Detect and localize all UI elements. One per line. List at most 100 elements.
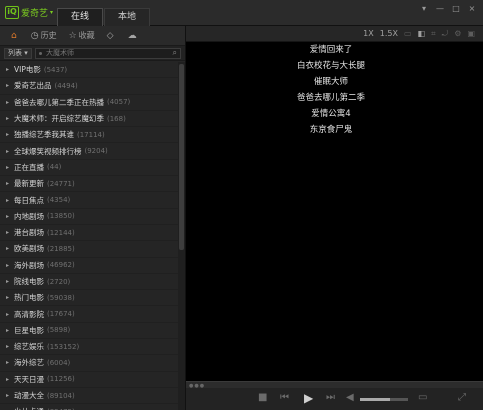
nav-tag[interactable]: ◇: [102, 27, 121, 45]
sidebar-toggle-icon[interactable]: ◧: [418, 29, 426, 38]
rotate-icon[interactable]: ⤾: [442, 29, 449, 39]
close-icon[interactable]: ×: [465, 3, 479, 15]
channel-item[interactable]: ▸ 独播综艺季我其谁 (17114): [0, 127, 178, 144]
expand-arrow-icon[interactable]: ▸: [6, 66, 14, 73]
channel-item[interactable]: ▸ 巨星电影 (5898): [0, 323, 178, 340]
crop-icon[interactable]: ⌗: [431, 29, 436, 39]
play-icon[interactable]: ▶: [304, 391, 313, 405]
expand-arrow-icon[interactable]: ▸: [6, 229, 14, 236]
nav-history-label: 历史: [40, 31, 57, 40]
channel-count: (11256): [47, 375, 75, 384]
playlist-item[interactable]: 爱情公寓4: [186, 106, 476, 122]
channel-item[interactable]: ▸ 综艺娱乐 (153152): [0, 339, 178, 356]
title-bar: iQ 爱奇艺 ▾ 在线 本地 ▾ — □ ×: [0, 0, 483, 26]
channel-item[interactable]: ▸ 港台剧场 (12144): [0, 225, 178, 242]
scrollbar-thumb[interactable]: [179, 64, 184, 250]
nav-cloud[interactable]: ☁: [123, 27, 144, 45]
menu-icon[interactable]: ▾: [417, 3, 431, 15]
expand-arrow-icon[interactable]: ▸: [6, 311, 14, 318]
app-logo[interactable]: iQ 爱奇艺 ▾: [5, 5, 53, 19]
volume-slider[interactable]: [360, 398, 408, 401]
channel-item[interactable]: ▸ 每日焦点 (4354): [0, 192, 178, 209]
tab-local[interactable]: 本地: [104, 8, 150, 26]
search-box: ⌕: [35, 47, 181, 59]
settings-icon[interactable]: ⚙: [454, 29, 461, 38]
nav-history[interactable]: ◷ 历史: [26, 27, 62, 45]
channel-item[interactable]: ▸ 正在直播 (44): [0, 160, 178, 177]
seek-bar[interactable]: ●●●: [186, 381, 483, 389]
playlist-item[interactable]: 爸爸去哪儿第二季: [186, 90, 476, 106]
playlist-item[interactable]: 白衣校花与大长腿: [186, 58, 476, 74]
expand-arrow-icon[interactable]: ▸: [6, 359, 14, 366]
playlist-toggle-icon[interactable]: ▭: [418, 392, 427, 403]
expand-arrow-icon[interactable]: ▸: [6, 82, 14, 89]
speed-1-5x-button[interactable]: 1.5X: [380, 29, 398, 38]
list-dropdown[interactable]: 列表 ▾: [4, 47, 32, 59]
expand-arrow-icon[interactable]: ▸: [6, 343, 14, 350]
channel-item[interactable]: ▸ 欧美剧场 (21885): [0, 241, 178, 258]
channel-count: (59038): [47, 293, 75, 302]
expand-arrow-icon[interactable]: ▸: [6, 294, 14, 301]
fullscreen-icon[interactable]: ⤢: [458, 392, 466, 403]
channel-count: (153152): [47, 342, 80, 351]
volume-fill: [360, 398, 390, 401]
iqiyi-logo-icon: iQ: [5, 5, 19, 19]
channel-name: 高清影院: [14, 309, 44, 319]
maximize-icon[interactable]: □: [449, 3, 463, 15]
channel-item[interactable]: ▸ 爸爸去哪儿第二季正在热播 (4057): [0, 95, 178, 111]
expand-arrow-icon[interactable]: ▸: [6, 164, 14, 171]
nav-home[interactable]: ⌂: [6, 27, 24, 45]
channel-name: 欧美剧场: [14, 244, 44, 254]
channel-item[interactable]: ▸ 热门电影 (59038): [0, 290, 178, 307]
volume-icon[interactable]: ◀: [346, 392, 354, 403]
channel-item[interactable]: ▸ 大魔术师：开启综艺魔幻季 (168): [0, 111, 178, 128]
expand-arrow-icon[interactable]: ▸: [6, 148, 14, 155]
channel-name: 全球爆笑视频排行榜: [14, 146, 82, 156]
playlist-item[interactable]: 催眠大师: [186, 74, 476, 90]
previous-icon[interactable]: ⏮: [280, 392, 289, 403]
star-icon: ☆: [68, 30, 77, 41]
channel-count: (168): [107, 114, 126, 123]
expand-arrow-icon[interactable]: ▸: [6, 131, 14, 138]
channel-item[interactable]: ▸ 最新更新 (24771): [0, 176, 178, 193]
channel-name: 每日焦点: [14, 195, 44, 205]
channel-item[interactable]: ▸ 院线电影 (2720): [0, 274, 178, 291]
playlist-item[interactable]: 东京食尸鬼: [186, 122, 476, 138]
playlist-item[interactable]: 爱情回来了: [186, 42, 476, 58]
expand-arrow-icon[interactable]: ▸: [6, 115, 14, 122]
expand-arrow-icon[interactable]: ▸: [6, 392, 14, 399]
speed-1x-button[interactable]: 1X: [363, 29, 374, 38]
channel-item[interactable]: ▸ 全球爆笑视频排行榜 (9204): [0, 143, 178, 160]
channel-item[interactable]: ▸少儿卡通(89475): [0, 404, 178, 410]
channel-scrollbar[interactable]: [178, 62, 185, 410]
search-input[interactable]: [36, 49, 156, 57]
window-icon[interactable]: ▣: [467, 29, 475, 38]
stop-icon[interactable]: ■: [258, 392, 267, 403]
search-icon[interactable]: ⌕: [173, 48, 177, 58]
nav-favorites[interactable]: ☆ 收藏: [64, 27, 100, 45]
screenshot-icon[interactable]: ▭: [404, 29, 412, 38]
channel-item[interactable]: ▸ 爱奇艺出品 (4494): [0, 78, 178, 95]
minimize-icon[interactable]: —: [433, 3, 447, 15]
channel-name: 最新更新: [14, 179, 44, 189]
expand-arrow-icon[interactable]: ▸: [6, 245, 14, 252]
channel-item[interactable]: ▸ VIP电影 (5437): [0, 62, 178, 79]
channel-item[interactable]: ▸ 海外剧场 (46962): [0, 258, 178, 274]
expand-arrow-icon[interactable]: ▸: [6, 213, 14, 220]
channel-item[interactable]: ▸ 海外综艺 (6004): [0, 355, 178, 372]
channel-item[interactable]: ▸ 天天日漫 (11256): [0, 372, 178, 388]
expand-arrow-icon[interactable]: ▸: [6, 327, 14, 334]
expand-arrow-icon[interactable]: ▸: [6, 99, 14, 106]
channel-item[interactable]: ▸ 内地剧场 (13850): [0, 209, 178, 225]
channel-item[interactable]: ▸ 高清影院 (17674): [0, 306, 178, 323]
expand-arrow-icon[interactable]: ▸: [6, 278, 14, 285]
next-icon[interactable]: ⏭: [326, 392, 335, 403]
expand-arrow-icon[interactable]: ▸: [6, 197, 14, 204]
tab-online[interactable]: 在线: [57, 8, 103, 26]
chevron-down-icon: ▾: [22, 48, 28, 57]
expand-arrow-icon[interactable]: ▸: [6, 180, 14, 187]
expand-arrow-icon[interactable]: ▸: [6, 262, 14, 269]
channel-name: 港台剧场: [14, 228, 44, 238]
channel-item[interactable]: ▸ 动漫大全 (89104): [0, 388, 178, 405]
expand-arrow-icon[interactable]: ▸: [6, 376, 14, 383]
